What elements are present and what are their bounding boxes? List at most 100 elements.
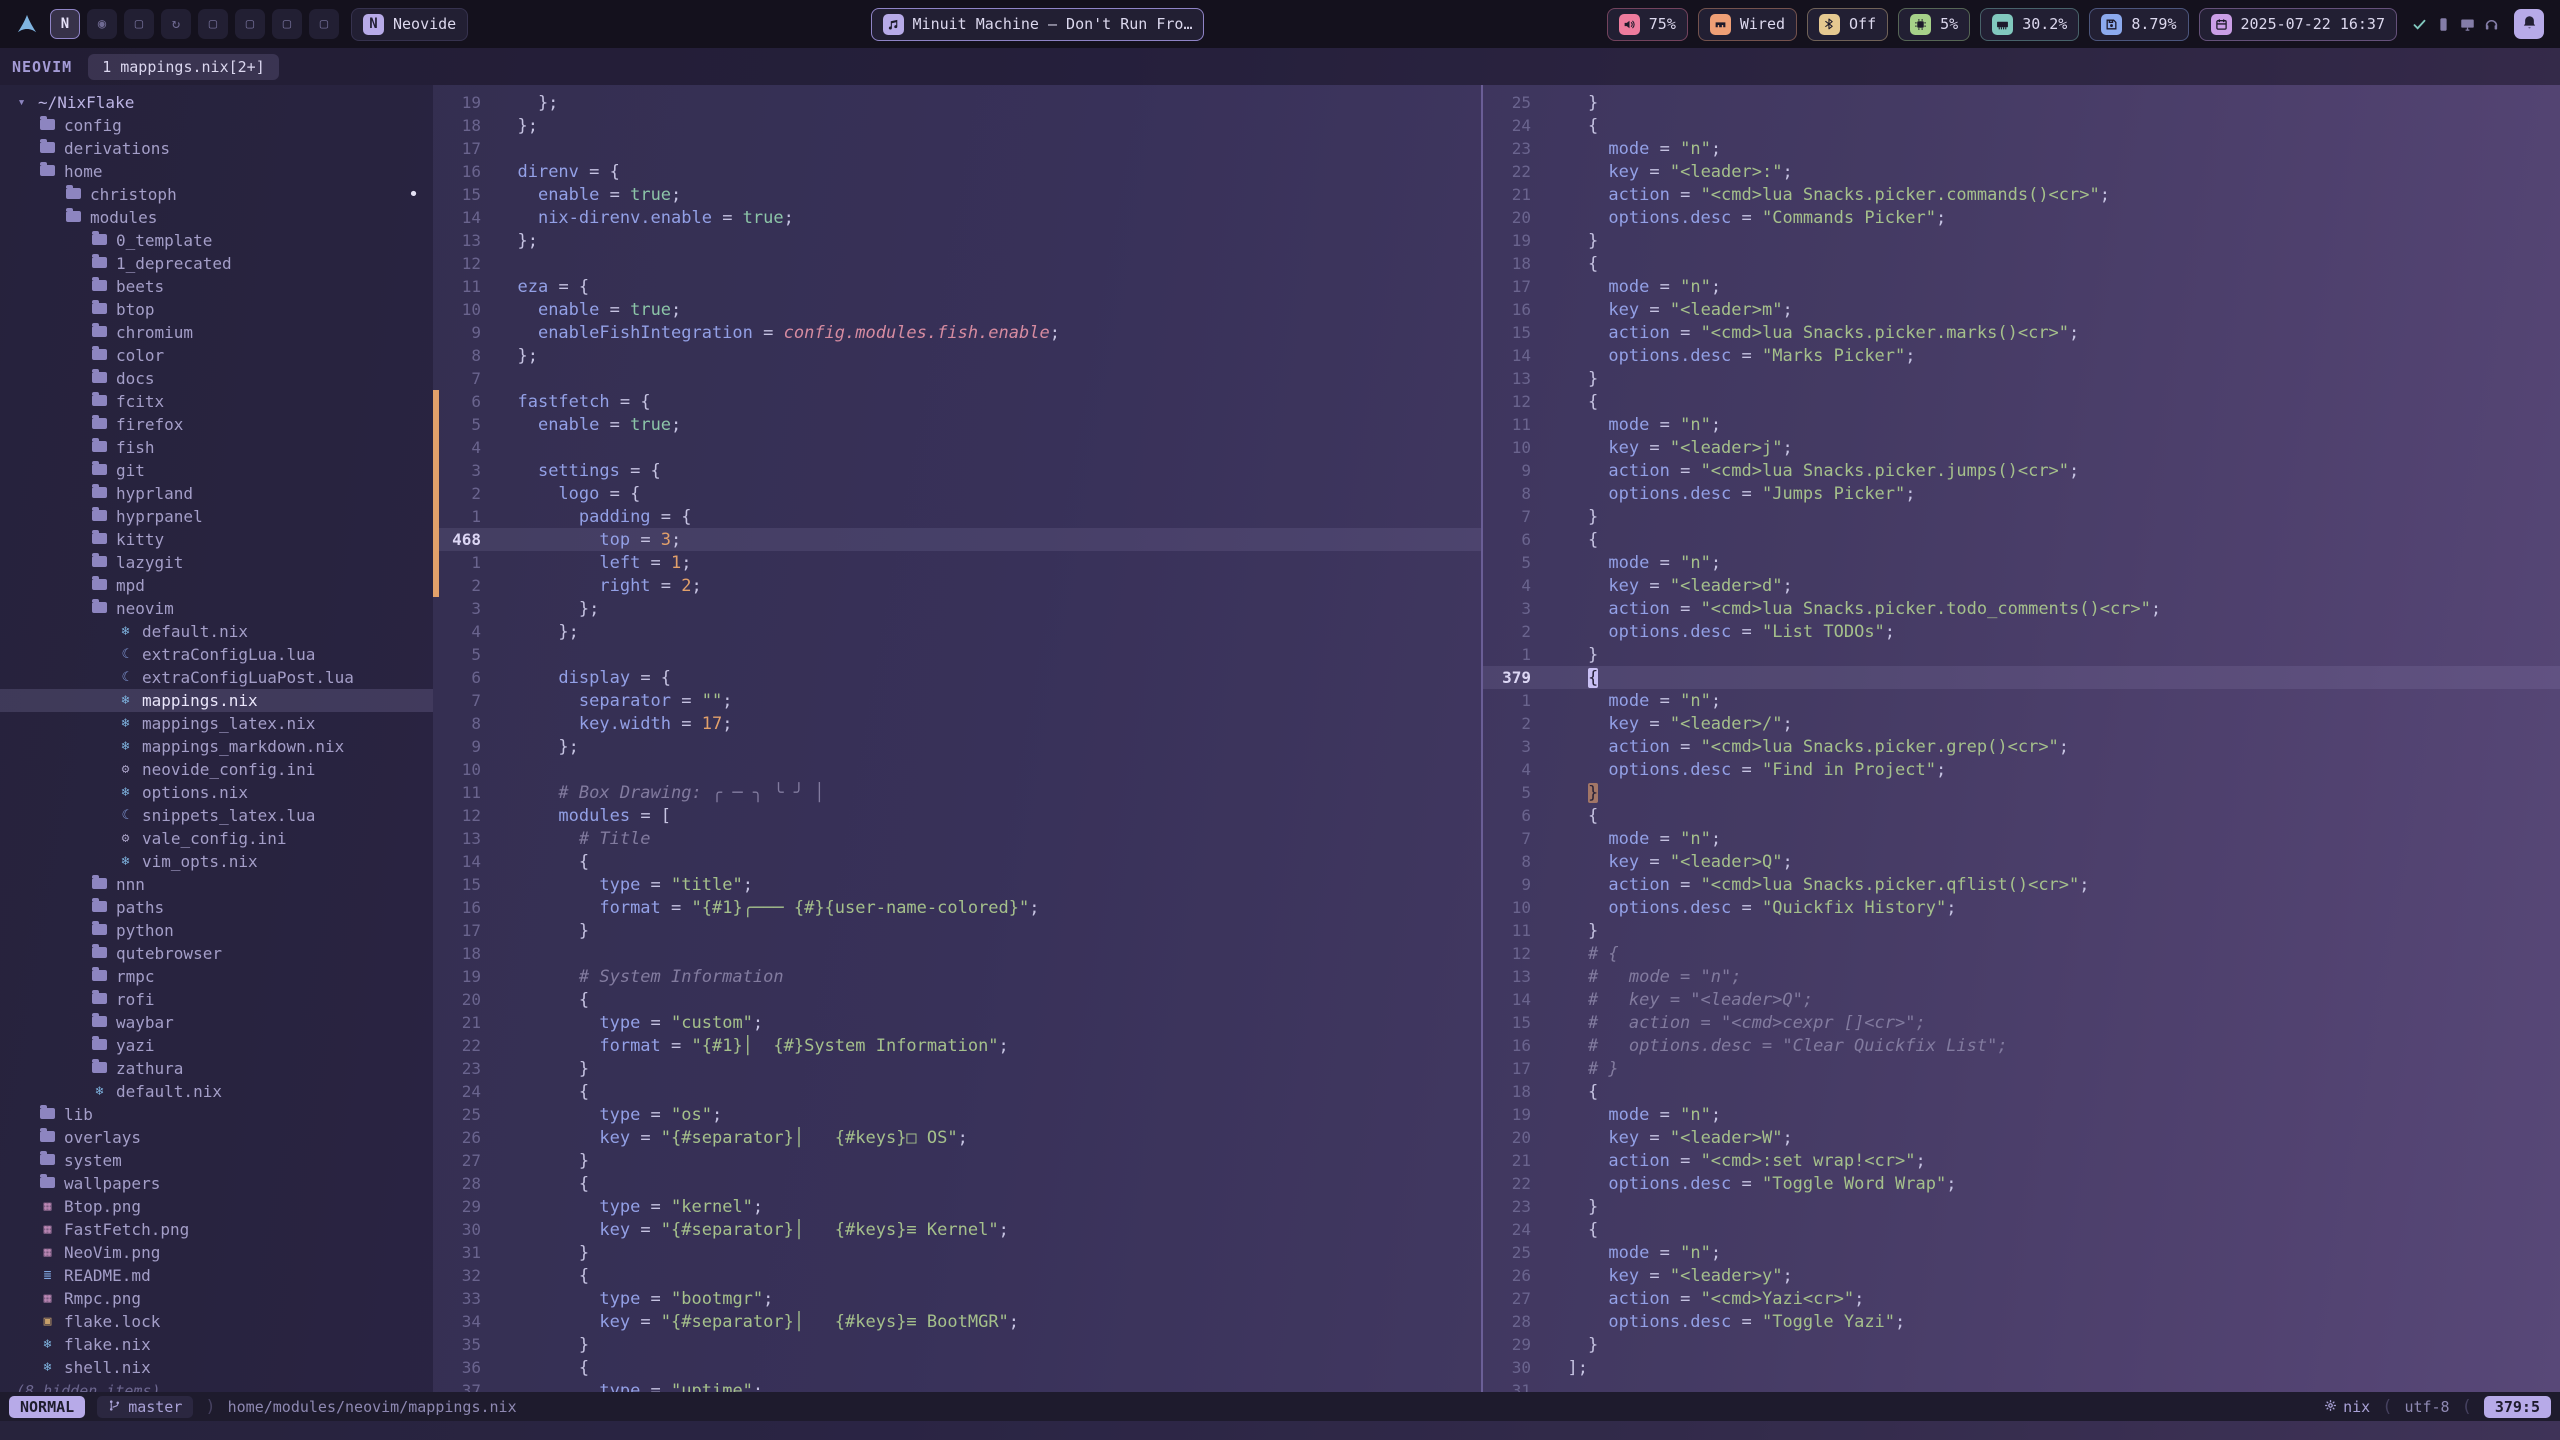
code-line[interactable]: 14 # key = "<leader>Q";: [1483, 988, 2560, 1011]
code-line[interactable]: 2 logo = {: [433, 482, 1481, 505]
code-line[interactable]: 17: [433, 137, 1481, 160]
tree-item[interactable]: ▣flake.lock: [0, 1310, 433, 1333]
code-line[interactable]: 17 mode = "n";: [1483, 275, 2560, 298]
code-line[interactable]: 15 enable = true;: [433, 183, 1481, 206]
code-line[interactable]: 23 mode = "n";: [1483, 137, 2560, 160]
code-line[interactable]: 35 }: [433, 1333, 1481, 1356]
tree-item[interactable]: ❄flake.nix: [0, 1333, 433, 1356]
code-line[interactable]: 27 }: [433, 1149, 1481, 1172]
code-line[interactable]: 15 action = "<cmd>lua Snacks.picker.mark…: [1483, 321, 2560, 344]
code-line[interactable]: 18 {: [1483, 252, 2560, 275]
arch-logo-icon[interactable]: [16, 13, 38, 35]
code-line[interactable]: 11 # Box Drawing: ╭ ─ ╮ ╰ ╯ │: [433, 781, 1481, 804]
workspace-5[interactable]: ▢: [198, 9, 228, 39]
code-line[interactable]: 11 }: [1483, 919, 2560, 942]
tree-item[interactable]: ☾snippets_latex.lua: [0, 804, 433, 827]
code-line[interactable]: 15 type = "title";: [433, 873, 1481, 896]
code-line[interactable]: 12 # {: [1483, 942, 2560, 965]
tree-item[interactable]: ❄mappings_markdown.nix: [0, 735, 433, 758]
code-line[interactable]: 5 mode = "n";: [1483, 551, 2560, 574]
tree-item[interactable]: ☾extraConfigLua.lua: [0, 643, 433, 666]
tree-item[interactable]: qutebrowser: [0, 942, 433, 965]
tree-item[interactable]: yazi: [0, 1034, 433, 1057]
code-line[interactable]: 7 }: [1483, 505, 2560, 528]
code-line[interactable]: 379 {: [1483, 666, 2560, 689]
code-line[interactable]: 19 };: [433, 91, 1481, 114]
music-widget[interactable]: Minuit Machine – Don't Run Fro…: [871, 8, 1205, 41]
tree-item[interactable]: ▾~/NixFlake: [0, 91, 433, 114]
code-line[interactable]: 5 }: [1483, 781, 2560, 804]
code-line[interactable]: 1 mode = "n";: [1483, 689, 2560, 712]
code-line[interactable]: 13 # Title: [433, 827, 1481, 850]
tree-item[interactable]: ❄vim_opts.nix: [0, 850, 433, 873]
code-line[interactable]: 6 fastfetch = {: [433, 390, 1481, 413]
code-line[interactable]: 1 left = 1;: [433, 551, 1481, 574]
code-line[interactable]: 14 options.desc = "Marks Picker";: [1483, 344, 2560, 367]
tree-item[interactable]: firefox: [0, 413, 433, 436]
code-line[interactable]: 3 action = "<cmd>lua Snacks.picker.grep(…: [1483, 735, 2560, 758]
code-line[interactable]: 36 {: [433, 1356, 1481, 1379]
code-line[interactable]: 18 {: [1483, 1080, 2560, 1103]
code-line[interactable]: 2 options.desc = "List TODOs";: [1483, 620, 2560, 643]
code-line[interactable]: 6 {: [1483, 528, 2560, 551]
code-line[interactable]: 17 # }: [1483, 1057, 2560, 1080]
code-line[interactable]: 10: [433, 758, 1481, 781]
code-line[interactable]: 29 }: [1483, 1333, 2560, 1356]
tree-item[interactable]: ☾extraConfigLuaPost.lua: [0, 666, 433, 689]
code-line[interactable]: 25 type = "os";: [433, 1103, 1481, 1126]
code-line[interactable]: 34 key = "{#separator}│ {#keys}≡ BootMGR…: [433, 1310, 1481, 1333]
tree-item[interactable]: zathura: [0, 1057, 433, 1080]
code-line[interactable]: 21 type = "custom";: [433, 1011, 1481, 1034]
code-line[interactable]: 9 };: [433, 735, 1481, 758]
code-line[interactable]: 30 ];: [1483, 1356, 2560, 1379]
stat-network[interactable]: Wired: [1698, 8, 1797, 41]
tree-item[interactable]: chromium: [0, 321, 433, 344]
workspace-8[interactable]: ▢: [309, 9, 339, 39]
code-line[interactable]: 9 action = "<cmd>lua Snacks.picker.qflis…: [1483, 873, 2560, 896]
code-line[interactable]: 10 options.desc = "Quickfix History";: [1483, 896, 2560, 919]
code-line[interactable]: 6 display = {: [433, 666, 1481, 689]
code-line[interactable]: 4 key = "<leader>d";: [1483, 574, 2560, 597]
code-line[interactable]: 19 mode = "n";: [1483, 1103, 2560, 1126]
code-line[interactable]: 1 }: [1483, 643, 2560, 666]
tree-item[interactable]: ❄mappings.nix: [0, 689, 433, 712]
tree-item[interactable]: rofi: [0, 988, 433, 1011]
code-line[interactable]: 28 {: [433, 1172, 1481, 1195]
code-line[interactable]: 22 options.desc = "Toggle Word Wrap";: [1483, 1172, 2560, 1195]
tree-item[interactable]: home: [0, 160, 433, 183]
stat-clock[interactable]: 2025-07-22 16:37: [2199, 8, 2398, 41]
tree-item[interactable]: config: [0, 114, 433, 137]
notification-chip[interactable]: [2514, 9, 2544, 39]
code-line[interactable]: 16 key = "<leader>m";: [1483, 298, 2560, 321]
code-line[interactable]: 10 enable = true;: [433, 298, 1481, 321]
code-line[interactable]: 4 };: [433, 620, 1481, 643]
code-line[interactable]: 24 {: [433, 1080, 1481, 1103]
code-line[interactable]: 468 top = 3;: [433, 528, 1481, 551]
code-line[interactable]: 18: [433, 942, 1481, 965]
tree-item[interactable]: modules: [0, 206, 433, 229]
code-line[interactable]: 29 type = "kernel";: [433, 1195, 1481, 1218]
tree-item[interactable]: ≣README.md: [0, 1264, 433, 1287]
code-line[interactable]: 20 options.desc = "Commands Picker";: [1483, 206, 2560, 229]
file-tree[interactable]: ▾~/NixFlakeconfigderivationshomechristop…: [0, 85, 433, 1392]
code-line[interactable]: 2 key = "<leader>/";: [1483, 712, 2560, 735]
code-line[interactable]: 9 action = "<cmd>lua Snacks.picker.jumps…: [1483, 459, 2560, 482]
code-line[interactable]: 6 {: [1483, 804, 2560, 827]
code-line[interactable]: 37 type = "uptime";: [433, 1379, 1481, 1392]
stat-cpu[interactable]: 5%: [1898, 8, 1970, 41]
code-line[interactable]: 16 # options.desc = "Clear Quickfix List…: [1483, 1034, 2560, 1057]
tree-item[interactable]: paths: [0, 896, 433, 919]
workspace-1[interactable]: N: [50, 9, 80, 39]
code-line[interactable]: 3 };: [433, 597, 1481, 620]
code-line[interactable]: 20 {: [433, 988, 1481, 1011]
code-line[interactable]: 17 }: [433, 919, 1481, 942]
code-line[interactable]: 23 }: [1483, 1195, 2560, 1218]
tree-item[interactable]: system: [0, 1149, 433, 1172]
tree-item[interactable]: nnn: [0, 873, 433, 896]
stat-memory[interactable]: 30.2%: [1980, 8, 2079, 41]
code-line[interactable]: 27 action = "<cmd>Yazi<cr>";: [1483, 1287, 2560, 1310]
tree-item[interactable]: ❄shell.nix: [0, 1356, 433, 1379]
code-line[interactable]: 24 {: [1483, 114, 2560, 137]
code-line[interactable]: 7 separator = "";: [433, 689, 1481, 712]
code-line[interactable]: 25 mode = "n";: [1483, 1241, 2560, 1264]
